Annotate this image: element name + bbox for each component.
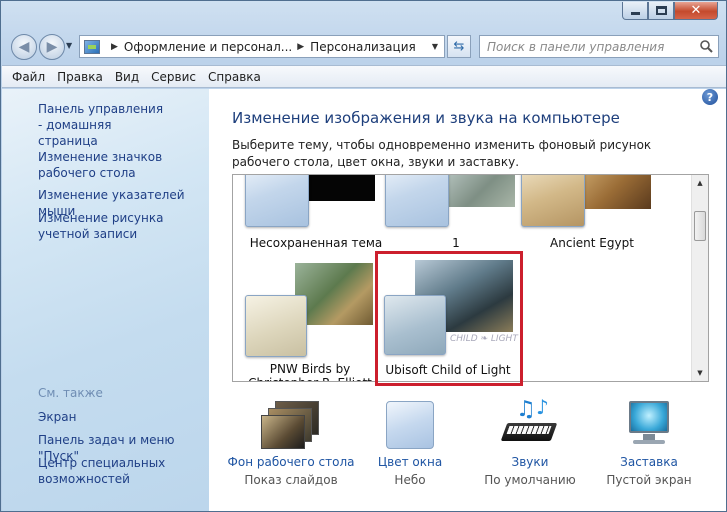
scroll-up-icon[interactable]: ▲ <box>692 175 708 191</box>
search-placeholder: Поиск в панели управления <box>487 39 665 54</box>
menu-help[interactable]: Справка <box>208 70 261 84</box>
scroll-down-icon[interactable]: ▼ <box>692 365 708 381</box>
search-input[interactable]: Поиск в панели управления <box>479 35 719 58</box>
selected-theme-highlight <box>375 251 523 386</box>
back-button[interactable]: ◀ <box>11 34 37 60</box>
main-content: ? Изменение изображения и звука на компь… <box>209 89 726 511</box>
arrow-left-icon: ◀ <box>18 39 30 55</box>
theme-list-scrollbar[interactable]: ▲ ▼ <box>691 175 708 381</box>
maximize-button[interactable] <box>648 2 674 20</box>
recent-pages-dropdown[interactable]: ▼ <box>66 41 72 50</box>
window-color-button[interactable]: Цвет окна Небо <box>345 399 475 487</box>
change-account-picture-link[interactable]: Изменение рисунка учетной записи <box>38 210 208 242</box>
scroll-thumb[interactable] <box>694 211 706 241</box>
page-title: Изменение изображения и звука на компьют… <box>232 109 620 127</box>
window-color-title[interactable]: Цвет окна <box>345 455 475 469</box>
desktop-background-icon <box>261 399 321 451</box>
screensaver-value: Пустой экран <box>606 473 692 487</box>
task-pane: Панель управления - домашняя страница Из… <box>2 89 209 511</box>
control-panel-window: ✕ ◀ ▶ ▼ ▶ Оформление и персонал... ▶ Пер… <box>0 0 727 512</box>
breadcrumb-chevron-icon[interactable]: ▶ <box>297 42 304 52</box>
theme-label: 1 <box>452 236 460 250</box>
window-color-value: Небо <box>394 473 426 487</box>
search-icon[interactable] <box>694 36 718 57</box>
control-panel-home-link[interactable]: Панель управления - домашняя страница <box>38 101 168 149</box>
menu-bar: Файл Правка Вид Сервис Справка <box>2 65 726 88</box>
breadcrumb-chevron-icon[interactable]: ▶ <box>111 42 118 52</box>
menu-view[interactable]: Вид <box>115 70 139 84</box>
menu-tools[interactable]: Сервис <box>151 70 196 84</box>
theme-label: PNW Birds by Christopher R. Elliott <box>248 362 372 381</box>
breadcrumb-item[interactable]: Персонализация <box>310 40 416 54</box>
desktop-background-value: Показ слайдов <box>244 473 338 487</box>
theme-label: Несохраненная тема <box>249 236 383 250</box>
caption-buttons: ✕ <box>622 2 718 20</box>
control-panel-icon <box>84 39 100 54</box>
screensaver-button[interactable]: Заставка Пустой экран <box>584 399 714 487</box>
sounds-title[interactable]: Звуки <box>465 455 595 469</box>
page-description: Выберите тему, чтобы одновременно измени… <box>232 138 652 169</box>
minimize-button[interactable] <box>622 2 648 20</box>
display-link[interactable]: Экран <box>38 409 208 425</box>
refresh-button[interactable]: ⇆ <box>447 35 471 58</box>
change-desktop-icons-link[interactable]: Изменение значков рабочего стола <box>38 149 208 181</box>
sounds-icon: ♫ ♪ <box>500 395 560 451</box>
menu-file[interactable]: Файл <box>12 70 45 84</box>
theme-glass-thumbnail <box>245 175 309 227</box>
help-icon[interactable]: ? <box>702 89 718 105</box>
arrow-right-icon: ▶ <box>46 39 58 55</box>
theme-glass-thumbnail <box>521 175 585 227</box>
close-button[interactable]: ✕ <box>674 2 718 20</box>
see-also-heading: См. также <box>38 386 103 400</box>
window-color-icon <box>380 399 440 451</box>
breadcrumb-item[interactable]: Оформление и персонал... <box>124 40 292 54</box>
refresh-icon: ⇆ <box>453 39 465 54</box>
desktop-background-title[interactable]: Фон рабочего стола <box>226 455 356 469</box>
close-icon: ✕ <box>690 3 702 18</box>
screensaver-title[interactable]: Заставка <box>584 455 714 469</box>
theme-glass-thumbnail <box>245 295 307 357</box>
theme-label: Ancient Egypt <box>550 236 634 250</box>
ease-of-access-link[interactable]: Центр специальных возможностей <box>38 455 168 487</box>
theme-glass-thumbnail <box>385 175 449 227</box>
sounds-value: По умолчанию <box>484 473 576 487</box>
maximize-icon <box>655 6 667 15</box>
address-dropdown-icon[interactable]: ▼ <box>432 42 438 51</box>
theme-thumbnail <box>300 175 375 201</box>
desktop-background-button[interactable]: Фон рабочего стола Показ слайдов <box>226 399 356 487</box>
address-bar[interactable]: ▶ Оформление и персонал... ▶ Персонализа… <box>79 35 445 58</box>
minimize-icon <box>630 12 640 15</box>
sounds-button[interactable]: ♫ ♪ Звуки По умолчанию <box>465 395 595 487</box>
screensaver-icon <box>619 399 679 451</box>
forward-button[interactable]: ▶ <box>39 34 65 60</box>
menu-edit[interactable]: Правка <box>57 70 103 84</box>
